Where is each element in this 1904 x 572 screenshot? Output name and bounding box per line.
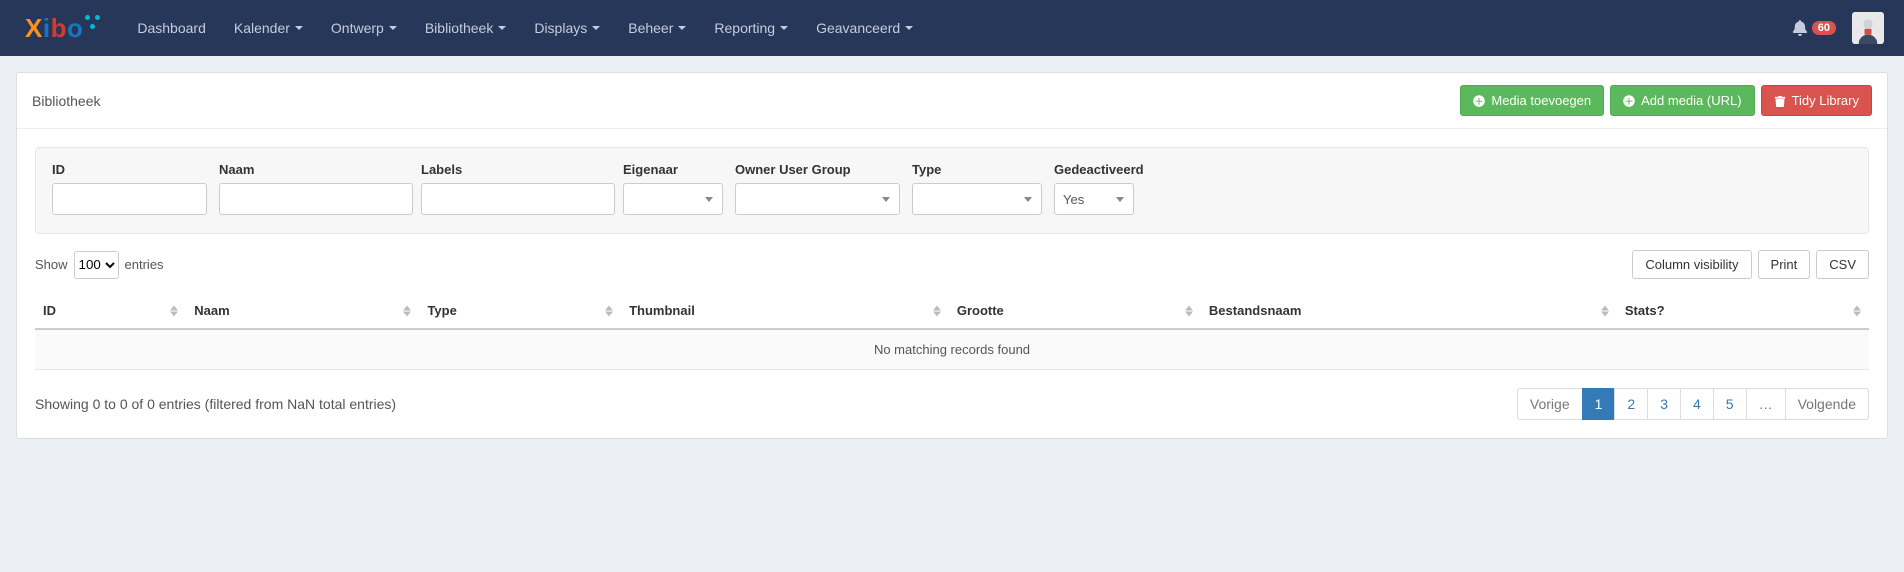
add-media-label: Media toevoegen <box>1491 93 1591 108</box>
user-avatar[interactable] <box>1852 12 1884 44</box>
page-…[interactable]: … <box>1746 388 1786 420</box>
nav-item-dashboard[interactable]: Dashboard <box>123 0 220 56</box>
column-header[interactable]: Naam <box>186 293 419 329</box>
csv-button[interactable]: CSV <box>1816 250 1869 279</box>
nav-item-kalender[interactable]: Kalender <box>220 0 317 56</box>
column-header-label: Bestandsnaam <box>1209 303 1301 318</box>
caret-down-icon <box>592 26 600 30</box>
navbar-nav: DashboardKalenderOntwerpBibliotheekDispl… <box>123 0 927 56</box>
add-media-url-button[interactable]: Add media (URL) <box>1610 85 1754 116</box>
filter-labels-input[interactable] <box>421 183 615 215</box>
column-header[interactable]: Grootte <box>949 293 1201 329</box>
sort-icon <box>1853 305 1861 316</box>
filter-ownergroup-label: Owner User Group <box>735 162 900 177</box>
nav-item-reporting[interactable]: Reporting <box>700 0 802 56</box>
column-header[interactable]: Stats? <box>1617 293 1869 329</box>
caret-down-icon <box>780 26 788 30</box>
add-media-button[interactable]: Media toevoegen <box>1460 85 1604 116</box>
length-control: Show 100 entries <box>35 251 164 279</box>
table-empty-message: No matching records found <box>35 329 1869 370</box>
add-media-url-label: Add media (URL) <box>1641 93 1741 108</box>
trash-icon <box>1774 95 1786 107</box>
column-header[interactable]: Thumbnail <box>621 293 949 329</box>
column-header[interactable]: Bestandsnaam <box>1201 293 1617 329</box>
filter-retired-select[interactable] <box>1054 183 1134 215</box>
caret-down-icon <box>678 26 686 30</box>
column-header-label: Stats? <box>1625 303 1665 318</box>
length-prefix: Show <box>35 257 68 272</box>
navbar: Xibo DashboardKalenderOntwerpBibliotheek… <box>0 0 1904 56</box>
filter-bar: ID Naam Labels <box>35 147 1869 234</box>
filter-retired-label: Gedeactiveerd <box>1054 162 1134 177</box>
nav-item-beheer[interactable]: Beheer <box>614 0 700 56</box>
page-prev[interactable]: Vorige <box>1517 388 1583 420</box>
column-header[interactable]: Type <box>419 293 621 329</box>
logo[interactable]: Xibo <box>25 13 103 44</box>
nav-item-bibliotheek[interactable]: Bibliotheek <box>411 0 521 56</box>
sort-icon <box>605 305 613 316</box>
tidy-library-button[interactable]: Tidy Library <box>1761 85 1872 116</box>
page-next[interactable]: Volgende <box>1785 388 1869 420</box>
length-select[interactable]: 100 <box>74 251 119 279</box>
page-5[interactable]: 5 <box>1713 388 1747 420</box>
plus-circle-icon <box>1623 95 1635 107</box>
notification-count: 60 <box>1812 21 1836 35</box>
filter-id-input[interactable] <box>52 183 207 215</box>
notifications-button[interactable]: 60 <box>1792 20 1836 36</box>
colvis-button[interactable]: Column visibility <box>1632 250 1751 279</box>
tidy-library-label: Tidy Library <box>1792 93 1859 108</box>
column-header-label: Thumbnail <box>629 303 695 318</box>
page-4[interactable]: 4 <box>1680 388 1714 420</box>
table-empty-row: No matching records found <box>35 329 1869 370</box>
filter-labels-label: Labels <box>421 162 611 177</box>
filter-owner-select[interactable] <box>623 183 723 215</box>
filter-type-label: Type <box>912 162 1042 177</box>
caret-down-icon <box>389 26 397 30</box>
sort-icon <box>933 305 941 316</box>
column-header-label: ID <box>43 303 56 318</box>
page-title: Bibliotheek <box>32 93 101 109</box>
caret-down-icon <box>295 26 303 30</box>
table-info: Showing 0 to 0 of 0 entries (filtered fr… <box>35 396 396 412</box>
filter-owner-label: Eigenaar <box>623 162 723 177</box>
page-1[interactable]: 1 <box>1582 388 1616 420</box>
nav-item-ontwerp[interactable]: Ontwerp <box>317 0 411 56</box>
sort-icon <box>1601 305 1609 316</box>
column-header[interactable]: ID <box>35 293 186 329</box>
caret-down-icon <box>905 26 913 30</box>
filter-id-label: ID <box>52 162 207 177</box>
filter-ownergroup-select[interactable] <box>735 183 900 215</box>
filter-name-input[interactable] <box>219 183 413 215</box>
nav-item-geavanceerd[interactable]: Geavanceerd <box>802 0 927 56</box>
page-2[interactable]: 2 <box>1614 388 1648 420</box>
column-header-label: Grootte <box>957 303 1004 318</box>
page-3[interactable]: 3 <box>1647 388 1681 420</box>
library-table: ID Naam Type Thumbnail Grootte Bestandsnaam St… <box>35 293 1869 370</box>
plus-circle-icon <box>1473 95 1485 107</box>
library-panel: Bibliotheek Media toevoegen Add media (U… <box>16 72 1888 439</box>
column-header-label: Type <box>427 303 456 318</box>
filter-name-label: Naam <box>219 162 409 177</box>
column-header-label: Naam <box>194 303 229 318</box>
sort-icon <box>1185 305 1193 316</box>
sort-icon <box>403 305 411 316</box>
bell-icon <box>1792 20 1808 36</box>
caret-down-icon <box>498 26 506 30</box>
length-suffix: entries <box>125 257 164 272</box>
pagination: Vorige12345…Volgende <box>1518 388 1869 420</box>
filter-type-select[interactable] <box>912 183 1042 215</box>
nav-item-displays[interactable]: Displays <box>520 0 614 56</box>
print-button[interactable]: Print <box>1758 250 1811 279</box>
sort-icon <box>170 305 178 316</box>
